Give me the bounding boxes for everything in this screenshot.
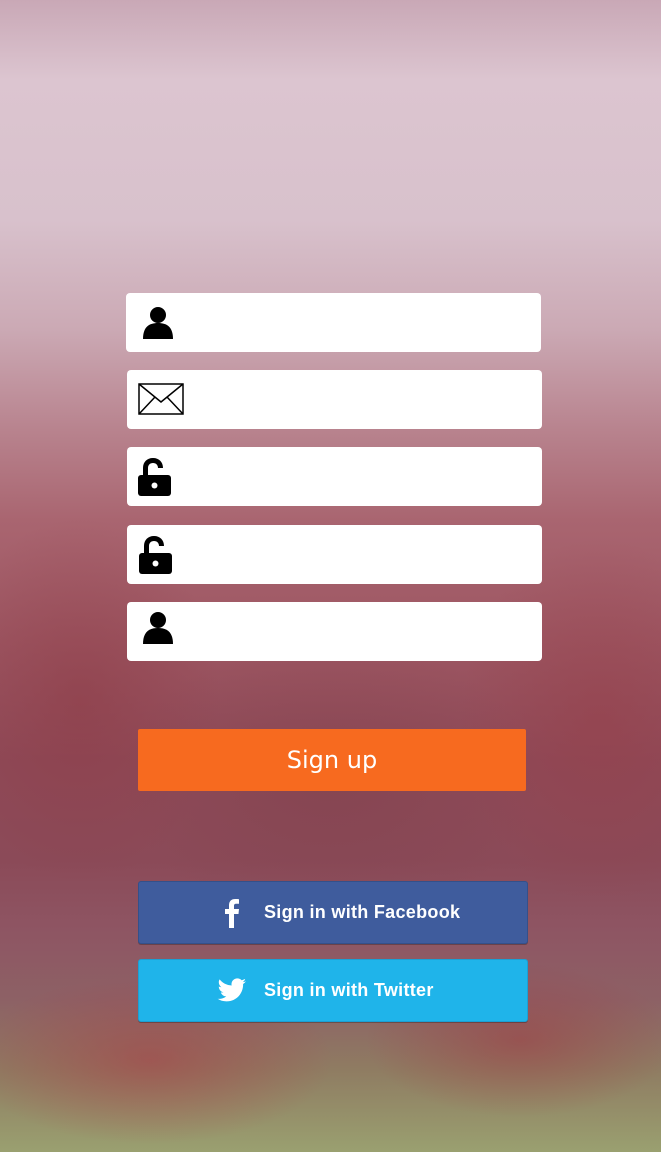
password-input[interactable] xyxy=(197,457,531,497)
unlocked-padlock-icon xyxy=(138,535,174,579)
twitter-signin-button[interactable]: Sign in with Twitter xyxy=(138,959,528,1022)
person-icon xyxy=(141,610,175,648)
signup-button[interactable]: Sign up xyxy=(138,729,526,791)
twitter-icon xyxy=(217,978,247,1008)
name-input[interactable] xyxy=(197,612,531,652)
confirm-password-input[interactable] xyxy=(197,535,531,575)
signup-button-label: Sign up xyxy=(286,746,378,774)
name-field[interactable] xyxy=(127,602,542,661)
facebook-signin-button[interactable]: Sign in with Facebook xyxy=(138,881,528,944)
envelope-icon xyxy=(138,383,184,419)
twitter-signin-label: Sign in with Twitter xyxy=(264,980,434,1000)
facebook-icon xyxy=(217,898,247,928)
person-icon xyxy=(141,305,175,343)
facebook-signin-label: Sign in with Facebook xyxy=(264,902,461,922)
email-field[interactable] xyxy=(127,370,542,429)
unlocked-padlock-icon xyxy=(137,457,173,501)
username-field[interactable] xyxy=(126,293,541,352)
password-field[interactable] xyxy=(127,447,542,506)
username-input[interactable] xyxy=(196,303,530,343)
email-input[interactable] xyxy=(197,380,531,420)
confirm-password-field[interactable] xyxy=(127,525,542,584)
